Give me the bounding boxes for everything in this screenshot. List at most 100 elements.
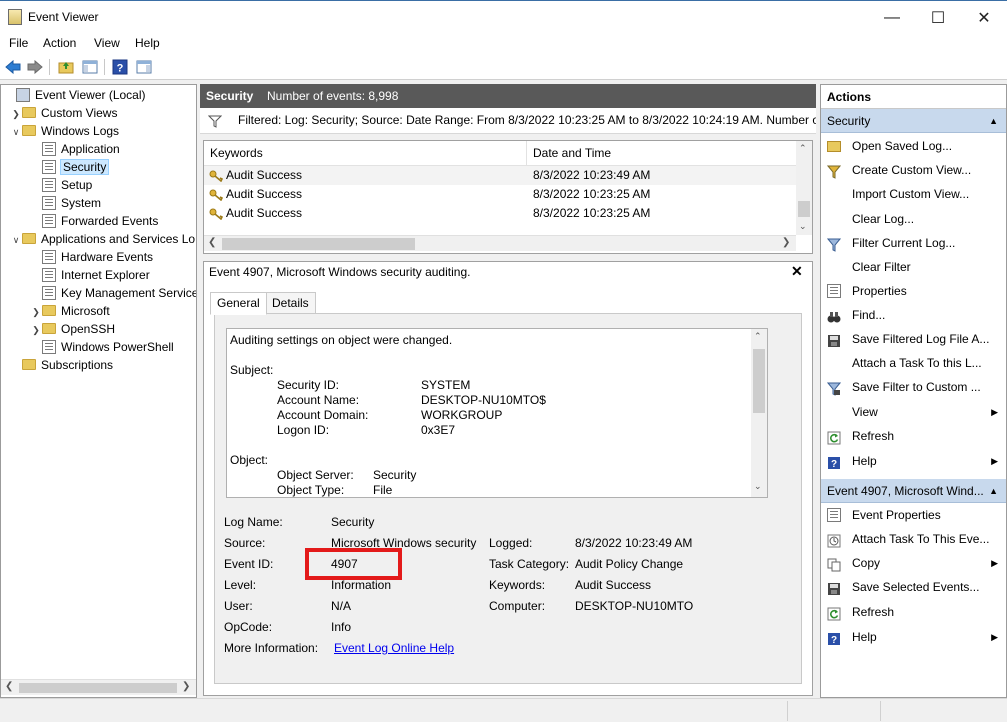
tree-node-key-management[interactable]: Key Management Service bbox=[4, 284, 196, 302]
tree-node-system[interactable]: System bbox=[4, 194, 196, 212]
description-scrollbar[interactable]: ⌃ ⌄ bbox=[751, 329, 767, 497]
collapse-up-icon[interactable]: ▲ bbox=[989, 479, 998, 503]
show-action-pane-icon[interactable] bbox=[134, 58, 153, 76]
action-attach-task-to-log[interactable]: Attach a Task To this L... bbox=[821, 351, 1006, 375]
action-clear-log[interactable]: Clear Log... bbox=[821, 207, 1006, 231]
tree-node-subscriptions[interactable]: Subscriptions bbox=[4, 356, 196, 374]
submenu-arrow-icon: ▶ bbox=[991, 632, 998, 642]
svg-text:?: ? bbox=[116, 63, 123, 75]
action-refresh[interactable]: Refresh bbox=[821, 424, 1006, 448]
help-icon: ? bbox=[827, 630, 841, 646]
keywords-label: Keywords: bbox=[489, 578, 546, 592]
close-button[interactable]: ✕ bbox=[961, 1, 1007, 34]
title-bar: Event Viewer — ☐ ✕ bbox=[0, 0, 1007, 33]
scroll-up-icon[interactable]: ⌃ bbox=[799, 143, 807, 154]
scroll-right-icon[interactable]: ❯ bbox=[782, 237, 790, 248]
tree-node-windows-powershell[interactable]: Windows PowerShell bbox=[4, 338, 196, 356]
menu-help[interactable]: Help bbox=[135, 36, 160, 50]
object-key: Object Server: bbox=[277, 468, 354, 482]
table-row[interactable]: Audit Success 8/3/2022 10:23:25 AM bbox=[204, 185, 796, 204]
tree-node-application[interactable]: Application bbox=[4, 140, 196, 158]
column-header-keywords[interactable]: Keywords bbox=[204, 141, 527, 166]
action-view-submenu[interactable]: View ▶ bbox=[821, 400, 1006, 424]
tree-node-microsoft[interactable]: ❯ Microsoft bbox=[4, 302, 196, 320]
action-create-custom-view[interactable]: Create Custom View... bbox=[821, 158, 1006, 182]
action-open-saved-log[interactable]: Open Saved Log... bbox=[821, 134, 1006, 158]
action-clear-filter[interactable]: Clear Filter bbox=[821, 255, 1006, 279]
action-refresh-event[interactable]: Refresh bbox=[821, 600, 1006, 624]
tab-general[interactable]: General bbox=[210, 292, 267, 315]
log-icon bbox=[42, 340, 56, 354]
scrollbar-thumb[interactable] bbox=[798, 201, 810, 217]
event-list-vertical-scrollbar[interactable]: ⌃ ⌄ bbox=[796, 141, 812, 235]
action-copy-submenu[interactable]: Copy ▶ bbox=[821, 551, 1006, 575]
menu-view[interactable]: View bbox=[94, 36, 120, 50]
tree-node-apps-services[interactable]: ∨ Applications and Services Lo bbox=[4, 230, 196, 248]
scroll-down-icon[interactable]: ⌄ bbox=[754, 481, 762, 492]
forward-arrow-icon[interactable] bbox=[25, 58, 44, 76]
tree-node-forwarded-events[interactable]: Forwarded Events bbox=[4, 212, 196, 230]
submenu-arrow-icon: ▶ bbox=[991, 456, 998, 466]
scroll-left-icon[interactable]: ❮ bbox=[208, 237, 216, 248]
actions-group-security[interactable]: Security ▲ bbox=[821, 109, 1006, 133]
menu-file[interactable]: File bbox=[9, 36, 28, 50]
action-import-custom-view[interactable]: Import Custom View... bbox=[821, 182, 1006, 206]
event-list-horizontal-scrollbar[interactable]: ❮ ❯ bbox=[204, 235, 796, 251]
scrollbar-thumb[interactable] bbox=[19, 683, 177, 693]
tab-details[interactable]: Details bbox=[265, 292, 316, 314]
tree-node-hardware-events[interactable]: Hardware Events bbox=[4, 248, 196, 266]
action-properties[interactable]: Properties bbox=[821, 279, 1006, 303]
help-icon[interactable]: ? bbox=[110, 58, 129, 76]
tree-node-custom-views[interactable]: ❯ Custom Views bbox=[4, 104, 196, 122]
action-help-event-submenu[interactable]: ? Help ▶ bbox=[821, 625, 1006, 649]
minimize-button[interactable]: — bbox=[869, 1, 915, 34]
collapse-up-icon[interactable]: ▲ bbox=[989, 109, 998, 133]
submenu-arrow-icon: ▶ bbox=[991, 407, 998, 417]
subscriptions-icon bbox=[22, 359, 36, 370]
tree-node-setup[interactable]: Setup bbox=[4, 176, 196, 194]
save-filter-icon bbox=[826, 380, 842, 396]
key-icon bbox=[209, 188, 224, 202]
up-folder-icon[interactable] bbox=[56, 58, 75, 76]
filter-icon bbox=[826, 236, 842, 252]
collapse-arrow-icon[interactable]: ∨ bbox=[10, 231, 22, 249]
tree-node-windows-logs[interactable]: ∨ Windows Logs bbox=[4, 122, 196, 140]
menu-action[interactable]: Action bbox=[43, 36, 76, 50]
expand-arrow-icon[interactable]: ❯ bbox=[30, 303, 42, 321]
tree-node-internet-explorer[interactable]: Internet Explorer bbox=[4, 266, 196, 284]
show-hide-console-tree-icon[interactable] bbox=[80, 58, 99, 76]
collapse-arrow-icon[interactable]: ∨ bbox=[10, 123, 22, 141]
event-log-online-help-link[interactable]: Event Log Online Help bbox=[334, 641, 454, 655]
table-row[interactable]: Audit Success 8/3/2022 10:23:49 AM bbox=[204, 166, 796, 185]
action-attach-task-to-event[interactable]: Attach Task To This Eve... bbox=[821, 527, 1006, 551]
opcode-value: Info bbox=[331, 620, 352, 634]
scrollbar-thumb[interactable] bbox=[753, 349, 765, 413]
tree-node-openssh[interactable]: ❯ OpenSSH bbox=[4, 320, 196, 338]
action-save-selected-events[interactable]: Save Selected Events... bbox=[821, 575, 1006, 599]
scrollbar-thumb[interactable] bbox=[222, 238, 415, 250]
action-filter-current-log[interactable]: Filter Current Log... bbox=[821, 231, 1006, 255]
scroll-up-icon[interactable]: ⌃ bbox=[754, 331, 762, 342]
scroll-right-icon[interactable]: ❯ bbox=[182, 681, 190, 692]
actions-pane: Actions Security ▲ Open Saved Log... Cre… bbox=[820, 84, 1007, 698]
tree-horizontal-scrollbar[interactable]: ❮ ❯ bbox=[1, 679, 196, 695]
tree-node-root[interactable]: Event Viewer (Local) bbox=[4, 86, 196, 104]
action-event-properties[interactable]: Event Properties bbox=[821, 503, 1006, 527]
expand-arrow-icon[interactable]: ❯ bbox=[10, 105, 22, 123]
scroll-down-icon[interactable]: ⌄ bbox=[799, 221, 807, 232]
console-tree: Event Viewer (Local) ❯ Custom Views ∨ Wind… bbox=[0, 84, 197, 698]
action-save-filtered-log[interactable]: Save Filtered Log File A... bbox=[821, 327, 1006, 351]
scroll-left-icon[interactable]: ❮ bbox=[5, 681, 13, 692]
expand-arrow-icon[interactable]: ❯ bbox=[30, 321, 42, 339]
action-help-submenu[interactable]: ? Help ▶ bbox=[821, 449, 1006, 473]
action-find[interactable]: Find... bbox=[821, 303, 1006, 327]
maximize-button[interactable]: ☐ bbox=[915, 1, 961, 34]
back-arrow-icon[interactable] bbox=[3, 58, 22, 76]
tree-node-security[interactable]: Security bbox=[4, 158, 196, 176]
column-header-date-time[interactable]: Date and Time bbox=[527, 141, 796, 166]
table-row[interactable]: Audit Success 8/3/2022 10:23:25 AM bbox=[204, 204, 796, 223]
action-save-filter-to-custom[interactable]: Save Filter to Custom ... bbox=[821, 375, 1006, 399]
actions-group-event[interactable]: Event 4907, Microsoft Wind... ▲ bbox=[821, 479, 1006, 503]
properties-icon bbox=[827, 284, 841, 298]
close-detail-icon[interactable]: ✕ bbox=[791, 263, 803, 280]
